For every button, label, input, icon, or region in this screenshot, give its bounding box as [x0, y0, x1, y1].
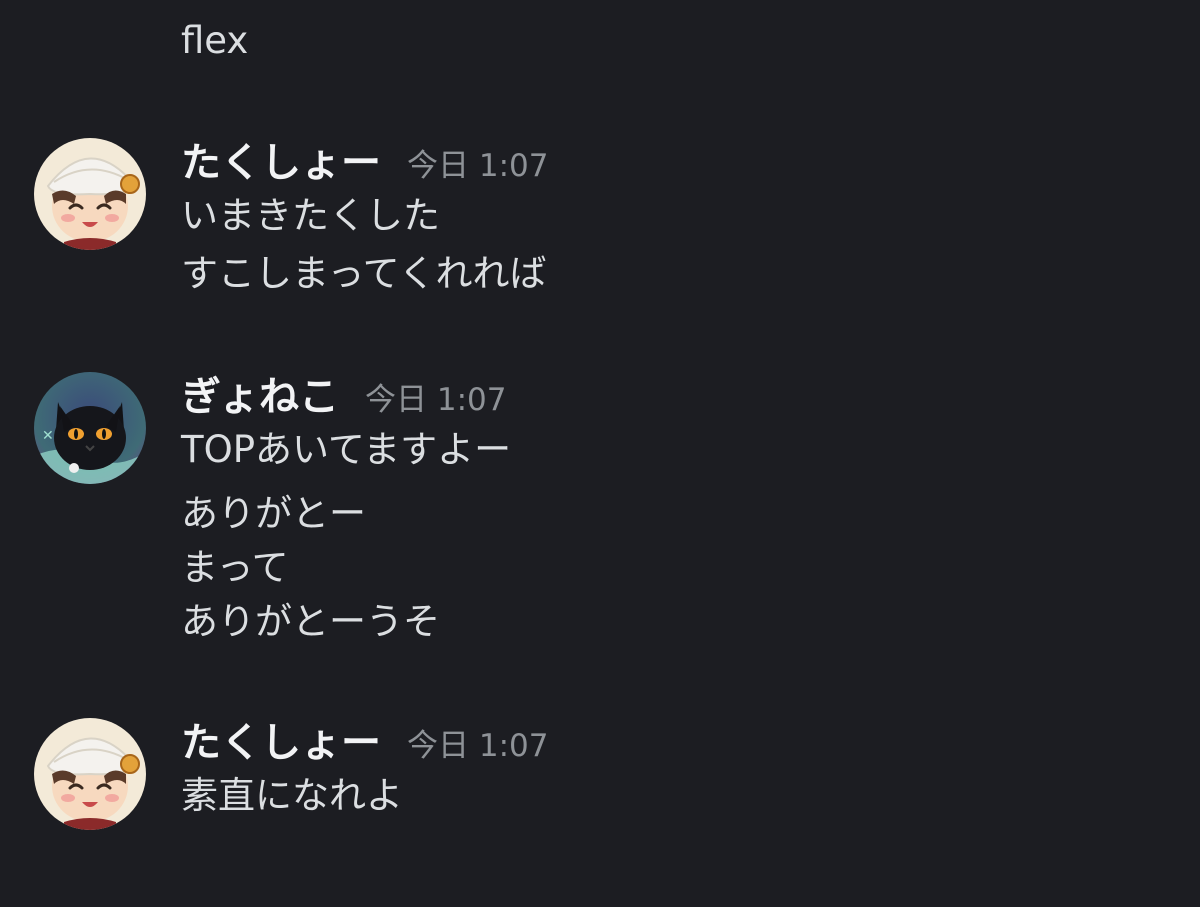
username[interactable]: たくしょー: [181, 138, 381, 188]
timestamp: 今日 1:07: [407, 728, 549, 764]
message-header: たくしょー 今日 1:07: [181, 138, 548, 188]
chat-message-list: flex たくしょー 今日 1:07 いまきたくした すこしまってくれれば ✕ …: [0, 0, 1200, 907]
timestamp: 今日 1:07: [407, 148, 549, 184]
message-text: flex: [181, 19, 249, 62]
message-text: ありがとー: [181, 492, 366, 535]
username[interactable]: ぎょねこ: [181, 372, 339, 422]
message-lines: TOPあいてますよー ありがとー まって ありがとーうそ: [181, 428, 511, 644]
white-turban-chibi-avatar-icon: [34, 718, 146, 830]
black-cat-avatar-icon: ✕: [34, 372, 146, 484]
message-text: TOPあいてますよー: [181, 428, 512, 471]
message-text: 素直になれよ: [181, 774, 403, 817]
white-turban-chibi-avatar-icon: [34, 138, 146, 250]
message-text: すこしまってくれれば: [181, 252, 547, 295]
message-text: いまきたくした: [181, 194, 440, 237]
user-avatar[interactable]: [34, 138, 146, 250]
message-lines: 素直になれよ: [181, 774, 403, 818]
message-header: たくしょー 今日 1:07: [181, 718, 548, 768]
username[interactable]: たくしょー: [181, 718, 381, 768]
message-header: ぎょねこ 今日 1:07: [181, 372, 506, 422]
svg-text:✕: ✕: [42, 428, 54, 444]
user-avatar[interactable]: [34, 718, 146, 830]
message-text: まって: [181, 546, 289, 589]
message-lines: いまきたくした すこしまってくれれば: [181, 194, 547, 296]
user-avatar[interactable]: ✕: [34, 372, 146, 484]
message-text: ありがとーうそ: [181, 600, 440, 643]
timestamp: 今日 1:07: [365, 382, 507, 418]
